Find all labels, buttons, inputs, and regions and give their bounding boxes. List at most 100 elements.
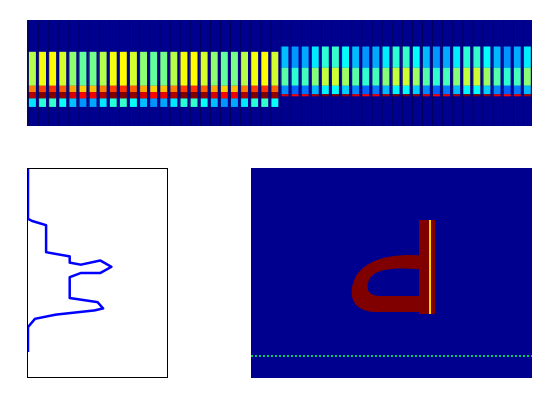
strip-band	[502, 85, 511, 95]
strip-band	[129, 92, 137, 99]
strip-band	[48, 51, 57, 86]
strip-band	[58, 92, 67, 99]
strip-band	[199, 85, 208, 93]
strip-column-edge	[199, 20, 201, 126]
strip-column	[492, 20, 501, 126]
strip-column-edge	[179, 20, 181, 126]
intensity-profile-canvas	[28, 169, 113, 352]
strip-band	[391, 46, 400, 68]
strip-column	[199, 20, 208, 126]
strip-band	[98, 98, 107, 107]
strip-column-edge	[119, 20, 120, 126]
strip-band	[432, 46, 440, 68]
strip-band	[412, 67, 420, 86]
strip-band	[513, 46, 521, 68]
strip-band	[442, 85, 450, 95]
strip-band	[58, 98, 67, 107]
strip-band	[300, 46, 309, 68]
strip-band	[230, 98, 238, 107]
strip-band	[109, 98, 117, 107]
strip-band	[361, 67, 370, 86]
strip-column	[58, 20, 67, 126]
strip-band	[502, 67, 511, 86]
strip-band	[482, 46, 491, 68]
strip-band	[250, 98, 259, 107]
strip-band	[179, 85, 188, 93]
strip-column	[482, 20, 491, 126]
strip-column	[230, 20, 238, 126]
strip-band	[351, 46, 360, 68]
strip-column-edge	[139, 20, 141, 126]
strip-band	[270, 85, 279, 93]
strip-band	[472, 94, 481, 97]
strip-column	[109, 20, 117, 126]
strip-band	[250, 85, 259, 93]
strip-heatmap-canvas	[28, 20, 531, 126]
strip-band	[88, 98, 97, 107]
strip-band	[129, 98, 137, 107]
strip-band	[331, 46, 339, 68]
strip-band	[523, 46, 531, 68]
strip-band	[179, 51, 188, 86]
strip-column-edge	[230, 20, 231, 126]
strip-band	[129, 85, 137, 93]
strip-band	[270, 98, 279, 107]
strip-column	[68, 20, 77, 126]
strip-band	[58, 51, 67, 86]
strip-band	[300, 67, 309, 86]
strip-band	[159, 98, 168, 107]
strip-column-edge	[351, 20, 353, 126]
strip-band	[210, 85, 218, 93]
strip-column	[331, 20, 339, 126]
strip-band	[199, 98, 208, 107]
strip-band	[422, 94, 430, 97]
strip-band	[341, 94, 349, 97]
strip-band	[38, 98, 46, 107]
strip-column	[422, 20, 430, 126]
strip-band	[68, 92, 77, 99]
strip-column-edge	[250, 20, 252, 126]
strip-band	[38, 85, 46, 93]
strip-column	[371, 20, 380, 126]
strip-column	[462, 20, 471, 126]
strip-band	[58, 85, 67, 93]
strip-band	[311, 94, 319, 97]
strip-column-edge	[88, 20, 90, 126]
strip-band	[341, 46, 349, 68]
strip-band	[189, 51, 198, 86]
strip-column	[432, 20, 440, 126]
strip-band	[250, 92, 259, 99]
strip-column	[98, 20, 107, 126]
strip-band	[149, 51, 158, 86]
strip-band	[48, 92, 57, 99]
strip-band	[412, 94, 420, 97]
strip-band	[432, 67, 440, 86]
strip-band	[78, 92, 87, 99]
strip-column	[270, 20, 279, 126]
strip-column-edge	[48, 20, 50, 126]
strip-band	[280, 85, 289, 95]
strip-band	[412, 46, 420, 68]
strip-band	[290, 46, 299, 68]
strip-band	[280, 67, 289, 86]
strip-column	[220, 20, 228, 126]
strip-column-edge	[159, 20, 161, 126]
strip-band	[492, 46, 501, 68]
strip-column	[189, 20, 198, 126]
strip-band	[28, 98, 36, 107]
strip-band	[422, 85, 430, 95]
strip-band	[513, 85, 521, 95]
strip-band	[139, 51, 147, 86]
strip-band	[149, 98, 158, 107]
strip-column-edge	[189, 20, 191, 126]
strip-column-edge	[462, 20, 464, 126]
strip-band	[169, 51, 178, 86]
strip-band	[189, 98, 198, 107]
intensity-profile-plot	[27, 168, 168, 378]
strip-column	[210, 20, 218, 126]
strip-band	[169, 98, 178, 107]
strip-column-edge	[381, 20, 383, 126]
strip-band	[381, 46, 390, 68]
strip-column	[381, 20, 390, 126]
strip-band	[381, 94, 390, 97]
